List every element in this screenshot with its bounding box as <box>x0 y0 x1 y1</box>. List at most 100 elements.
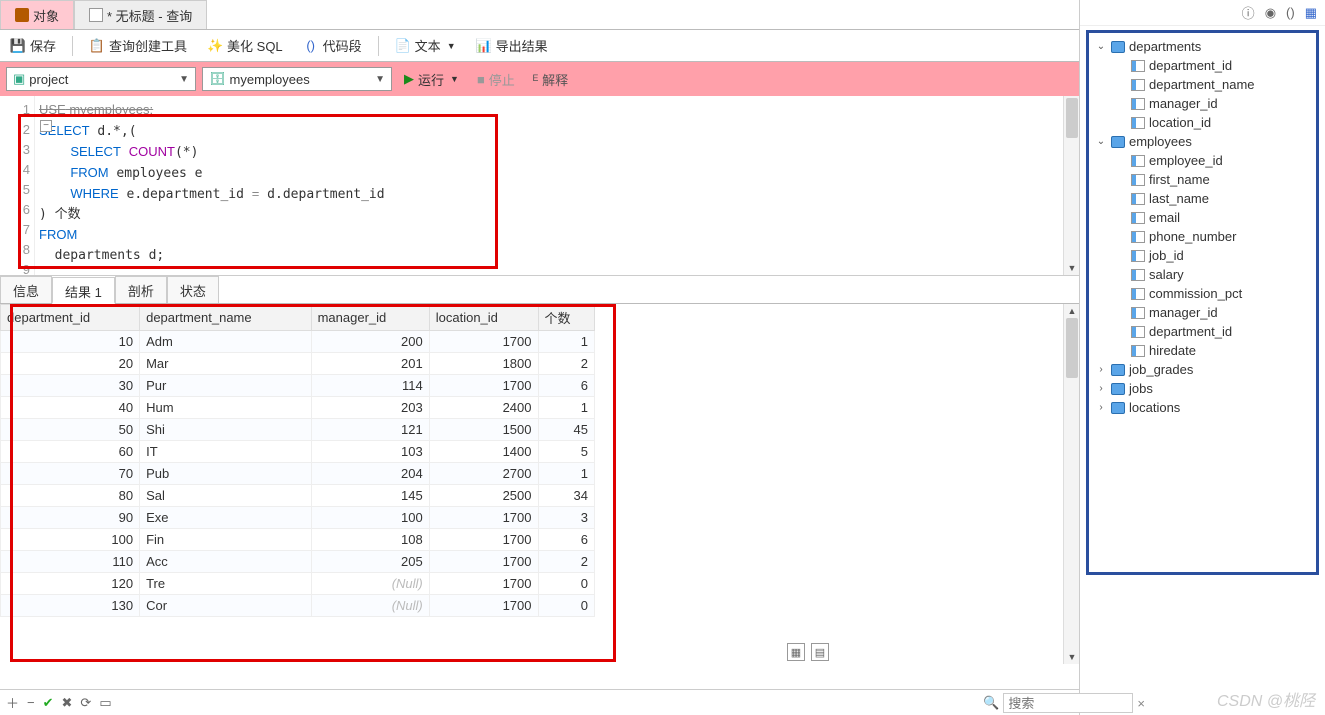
table-row[interactable]: 30Pur11417006 <box>1 375 595 397</box>
cell[interactable]: Sal <box>140 485 312 507</box>
cell[interactable]: 40 <box>1 397 140 419</box>
cell[interactable]: 90 <box>1 507 140 529</box>
cell[interactable]: 130 <box>1 595 140 617</box>
tree-column-email[interactable]: email <box>1089 208 1316 227</box>
scroll-up-icon[interactable]: ▲ <box>1064 304 1079 318</box>
snippet-button[interactable]: ()代码段 <box>299 34 366 57</box>
cell[interactable]: 2400 <box>429 397 538 419</box>
tab-profile[interactable]: 剖析 <box>115 276 167 303</box>
scroll-down-icon[interactable]: ▼ <box>1064 650 1079 664</box>
cell[interactable]: 1700 <box>429 529 538 551</box>
cancel-button[interactable]: ✖ <box>62 695 73 711</box>
tab-info[interactable]: 信息 <box>0 276 52 303</box>
expander-icon[interactable]: ⌄ <box>1095 41 1107 52</box>
cell[interactable]: 205 <box>311 551 429 573</box>
cell[interactable]: 80 <box>1 485 140 507</box>
tab-query[interactable]: * 无标题 - 查询 <box>74 0 207 29</box>
tree-column-phone_number[interactable]: phone_number <box>1089 227 1316 246</box>
cell[interactable]: 204 <box>311 463 429 485</box>
column-header[interactable]: 个数 <box>538 305 595 331</box>
run-button[interactable]: ▶运行▼ <box>398 70 465 89</box>
cell[interactable]: 1500 <box>429 419 538 441</box>
table-row[interactable]: 70Pub20427001 <box>1 463 595 485</box>
cell[interactable]: 34 <box>538 485 595 507</box>
cell[interactable]: 2700 <box>429 463 538 485</box>
code-area[interactable]: USE myemployees; SELECT d.*,( SELECT COU… <box>35 96 1079 275</box>
search-input[interactable] <box>1003 693 1133 713</box>
cell[interactable]: Shi <box>140 419 312 441</box>
cell[interactable]: 50 <box>1 419 140 441</box>
stop-button[interactable]: ▭ <box>99 695 111 711</box>
cell[interactable]: 121 <box>311 419 429 441</box>
tree-column-last_name[interactable]: last_name <box>1089 189 1316 208</box>
scroll-thumb[interactable] <box>1066 318 1078 378</box>
cell[interactable]: 1700 <box>429 595 538 617</box>
result-grid[interactable]: department_iddepartment_namemanager_idlo… <box>0 304 595 617</box>
table-row[interactable]: 120Tre(Null)17000 <box>1 573 595 595</box>
cell[interactable]: 114 <box>311 375 429 397</box>
tree-table-locations[interactable]: ›locations <box>1089 398 1316 417</box>
cell[interactable]: Hum <box>140 397 312 419</box>
export-button[interactable]: 📊导出结果 <box>472 34 552 57</box>
tree-column-location_id[interactable]: location_id <box>1089 113 1316 132</box>
cell[interactable]: 0 <box>538 573 595 595</box>
refresh-button[interactable]: ⟳ <box>80 695 91 711</box>
tree-column-department_id[interactable]: department_id <box>1089 56 1316 75</box>
form-view-icon[interactable]: ▤ <box>811 643 829 661</box>
query-builder-button[interactable]: 📋查询创建工具 <box>85 34 191 57</box>
expander-icon[interactable]: › <box>1095 383 1107 394</box>
cell[interactable]: 103 <box>311 441 429 463</box>
cell[interactable]: 2 <box>538 353 595 375</box>
column-header[interactable]: department_name <box>140 305 312 331</box>
grid-view-icon[interactable]: ▦ <box>787 643 805 661</box>
tree-table-job_grades[interactable]: ›job_grades <box>1089 360 1316 379</box>
cell[interactable]: 100 <box>311 507 429 529</box>
cell[interactable]: 110 <box>1 551 140 573</box>
table-row[interactable]: 50Shi121150045 <box>1 419 595 441</box>
cell[interactable]: IT <box>140 441 312 463</box>
cell[interactable]: 200 <box>311 331 429 353</box>
table-row[interactable]: 10Adm20017001 <box>1 331 595 353</box>
cell[interactable]: 1700 <box>429 331 538 353</box>
tree-column-manager_id[interactable]: manager_id <box>1089 303 1316 322</box>
tree-column-salary[interactable]: salary <box>1089 265 1316 284</box>
info-icon[interactable]: ⓘ <box>1242 3 1255 22</box>
grid-scrollbar[interactable]: ▲ ▼ <box>1063 304 1079 664</box>
cell[interactable]: 5 <box>538 441 595 463</box>
cell[interactable]: 6 <box>538 529 595 551</box>
cell[interactable]: 1700 <box>429 551 538 573</box>
table-row[interactable]: 110Acc20517002 <box>1 551 595 573</box>
cell[interactable]: Tre <box>140 573 312 595</box>
cell[interactable]: 0 <box>538 595 595 617</box>
cell[interactable]: 2500 <box>429 485 538 507</box>
text-button[interactable]: 📄文本▼ <box>391 34 460 57</box>
paren-icon[interactable]: () <box>1286 5 1295 20</box>
column-header[interactable]: manager_id <box>311 305 429 331</box>
cell[interactable]: (Null) <box>311 595 429 617</box>
cell[interactable]: 1 <box>538 331 595 353</box>
add-row-button[interactable]: ＋ <box>6 693 19 712</box>
tree-table-departments[interactable]: ⌄departments <box>1089 37 1316 56</box>
save-button[interactable]: 💾保存 <box>6 34 60 57</box>
grid-icon[interactable]: ▦ <box>1305 5 1317 21</box>
tree-column-hiredate[interactable]: hiredate <box>1089 341 1316 360</box>
cell[interactable]: 1400 <box>429 441 538 463</box>
table-row[interactable]: 100Fin10817006 <box>1 529 595 551</box>
cell[interactable]: 10 <box>1 331 140 353</box>
table-row[interactable]: 80Sal145250034 <box>1 485 595 507</box>
column-header[interactable]: department_id <box>1 305 140 331</box>
tree-column-first_name[interactable]: first_name <box>1089 170 1316 189</box>
expander-icon[interactable]: › <box>1095 402 1107 413</box>
table-row[interactable]: 40Hum20324001 <box>1 397 595 419</box>
cell[interactable]: 203 <box>311 397 429 419</box>
cell[interactable]: (Null) <box>311 573 429 595</box>
stop-button[interactable]: ■停止 <box>471 70 521 89</box>
cell[interactable]: 3 <box>538 507 595 529</box>
cell[interactable]: 2 <box>538 551 595 573</box>
apply-button[interactable]: ✔ <box>43 695 54 711</box>
tab-status[interactable]: 状态 <box>167 276 219 303</box>
expander-icon[interactable]: › <box>1095 364 1107 375</box>
tree-column-commission_pct[interactable]: commission_pct <box>1089 284 1316 303</box>
tree-column-department_id[interactable]: department_id <box>1089 322 1316 341</box>
cell[interactable]: Mar <box>140 353 312 375</box>
